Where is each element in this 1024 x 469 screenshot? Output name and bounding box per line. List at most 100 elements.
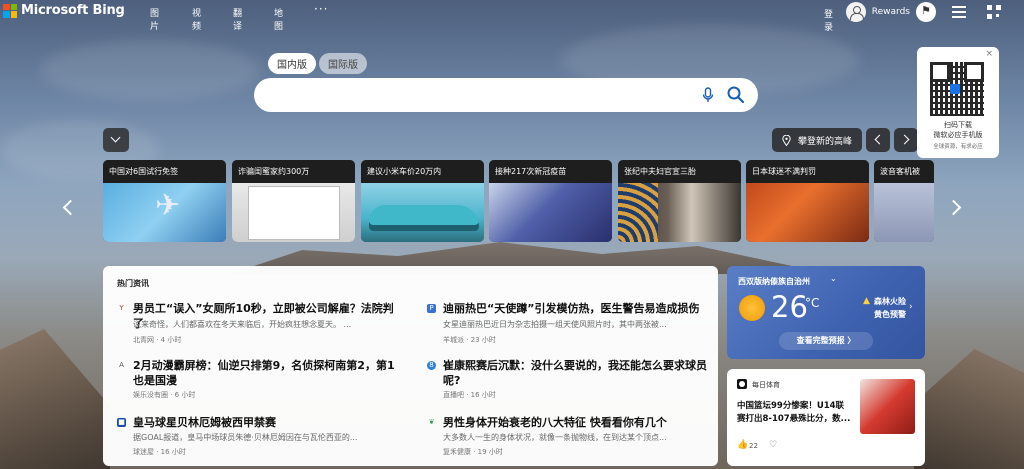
weather-widget[interactable]: 西双版纳傣族自治州 ⌄ 26 °C ▲ 森林火险 黄色预警 › 查看完整预报 〉	[727, 266, 925, 359]
trending-card-image	[746, 183, 869, 242]
previous-image-button[interactable]	[866, 128, 890, 152]
tab-international[interactable]: 国际版	[319, 53, 367, 74]
weather-temperature: 26	[771, 290, 808, 324]
trending-card-image	[618, 183, 741, 242]
news-snippet: 女星迪丽热巴近日为杂志拍摄一组天使风照片时，其中两张被...	[443, 320, 667, 329]
close-icon[interactable]: ×	[985, 49, 993, 59]
thumbs-up-icon[interactable]: 👍	[737, 440, 748, 450]
sports-source: 每日体育	[752, 381, 780, 389]
trending-card-image	[103, 183, 226, 242]
news-source-icon: P	[427, 304, 436, 313]
rewards-badge-icon[interactable]	[916, 2, 936, 22]
trending-card-caption: 接种217次新冠疫苗	[489, 160, 612, 183]
trending-card[interactable]: 建议小米车价20万内	[361, 160, 484, 242]
news-meta: 羊城派 · 23 小时	[443, 336, 496, 344]
weather-warning-type[interactable]: 森林火险	[874, 296, 906, 307]
trending-card-caption: 诈骗闺蜜家约300万	[232, 160, 355, 183]
thumbs-down-icon[interactable]: ♡	[769, 440, 777, 450]
news-meta: 娱乐没有圈 · 6 小时	[133, 391, 196, 399]
trending-card-caption: 日本球迷不满判罚	[746, 160, 869, 183]
news-snippet: 大多数人一生的身体状况，就像一条抛物线，在到达某个顶点...	[443, 433, 667, 442]
hot-news-panel: 热门资讯 Y 男员工“误入”女厕所10秒，立即被公司解雇？法院判了 说来奇怪，人…	[103, 266, 718, 466]
trending-card[interactable]: 诈骗闺蜜家约300万	[232, 160, 355, 242]
news-source-icon: ❦	[428, 418, 435, 426]
qr-download-popup: × 扫码下载 微软必应手机版 全球资源，有求必应	[917, 47, 999, 158]
trending-card-caption: 波音客机被	[874, 160, 934, 183]
search-box	[254, 78, 758, 112]
like-count: 22	[749, 442, 758, 450]
collapse-button[interactable]	[103, 128, 129, 152]
sports-source-icon	[737, 379, 747, 389]
background-mountain-left	[0, 329, 110, 469]
bing-logo[interactable]: Microsoft Bing	[3, 3, 125, 18]
trending-card[interactable]: 接种217次新冠疫苗	[489, 160, 612, 242]
hamburger-menu-icon[interactable]	[952, 6, 966, 18]
background-mountain-right	[914, 349, 1024, 469]
background-cloud	[40, 40, 260, 100]
news-source-icon: A	[119, 361, 124, 369]
carousel-prev-arrow-icon[interactable]	[62, 198, 74, 216]
sports-headline-continued[interactable]: 赛打出8-107悬殊比分，数...	[737, 413, 859, 425]
brand-name: Microsoft Bing	[21, 3, 125, 18]
market-tabs: 国内版 国际版	[268, 53, 367, 74]
trending-card[interactable]: 中国对6国试行免签	[103, 160, 226, 242]
trending-card-caption: 张纪中夫妇官宣三胎	[618, 160, 741, 183]
news-snippet: 据GOAL报道，皇马中场球员朱德·贝林厄姆因在与瓦伦西亚的...	[133, 433, 358, 442]
trending-card[interactable]: 张纪中夫妇官宣三胎	[618, 160, 741, 242]
weather-warning-level[interactable]: 黄色预警	[874, 309, 906, 320]
news-source-icon: Y	[119, 304, 124, 312]
nav-videos[interactable]: 视频	[192, 6, 201, 32]
trending-card-caption: 中国对6国试行免签	[103, 160, 226, 183]
sports-news-card[interactable]: 每日体育 中国篮坛99分惨案！U14联 赛打出8-107悬殊比分，数... 👍 …	[727, 369, 925, 466]
news-meta: 直播吧 · 16 小时	[443, 391, 496, 399]
nav-translate[interactable]: 翻译	[233, 6, 242, 32]
avatar-icon[interactable]	[846, 2, 866, 22]
trending-card-image	[489, 183, 612, 242]
trending-card-image	[874, 183, 934, 242]
nav-more[interactable]: ···	[314, 2, 328, 16]
news-meta: 复禾健康 · 19 小时	[443, 448, 503, 456]
top-right-controls: 登录 Rewards	[824, 2, 1024, 33]
weather-unit: °C	[805, 296, 820, 310]
chevron-down-icon[interactable]: ⌄	[830, 274, 837, 283]
news-headline[interactable]: 崔康熙赛后沉默：没什么要说的，我还能怎么要求球员呢?	[443, 358, 713, 388]
news-headline[interactable]: 皇马球星贝林厄姆被西甲禁赛	[133, 415, 403, 430]
news-source-icon: ■	[117, 418, 126, 427]
tab-domestic[interactable]: 国内版	[268, 53, 316, 74]
chevron-right-icon[interactable]: ›	[909, 302, 913, 312]
qr-code-icon[interactable]	[987, 5, 1001, 19]
search-input[interactable]	[272, 86, 692, 104]
next-image-button[interactable]	[894, 128, 918, 152]
trending-card-image	[361, 183, 484, 242]
news-snippet: 说来奇怪，人们都喜欢在冬天来临后，开始疯狂想念夏天。 ...	[133, 320, 352, 329]
news-source-icon: 8	[427, 361, 436, 370]
news-meta: 球迷屋 · 16 小时	[133, 448, 186, 456]
carousel-next-arrow-icon[interactable]	[948, 198, 960, 216]
full-forecast-button[interactable]: 查看完整预报 〉	[779, 332, 873, 350]
sports-news-image	[860, 379, 915, 434]
search-icon[interactable]	[726, 85, 746, 105]
location-label: 攀登新的高峰	[798, 136, 853, 147]
sunny-weather-icon	[739, 295, 765, 321]
nav-maps[interactable]: 地图	[274, 6, 283, 32]
location-info-button[interactable]: 攀登新的高峰	[772, 128, 862, 152]
sports-headline[interactable]: 中国篮坛99分惨案！U14联	[737, 400, 859, 412]
login-link[interactable]: 登录	[824, 7, 841, 33]
location-pin-icon	[782, 134, 791, 146]
nav-images[interactable]: 图片	[150, 6, 159, 32]
qr-title: 扫码下载	[944, 121, 972, 129]
news-headline[interactable]: 男性身体开始衰老的八大特征 快看看你有几个	[443, 415, 713, 430]
qr-subtitle: 微软必应手机版	[933, 131, 983, 139]
rewards-link[interactable]: Rewards	[872, 7, 910, 17]
trending-card[interactable]: 日本球迷不满判罚	[746, 160, 869, 242]
news-headline[interactable]: 迪丽热巴“天使蹲”引发模仿热，医生警告易造成损伤	[443, 301, 713, 316]
weather-location[interactable]: 西双版纳傣族自治州	[738, 276, 810, 287]
bing-app-logo-icon	[950, 84, 960, 94]
microphone-icon[interactable]	[702, 87, 714, 103]
qr-tagline: 全球资源，有求必应	[933, 144, 983, 150]
news-headline[interactable]: 2月动漫霸屏榜：仙逆只排第9，名侦探柯南第2，第1也是国漫	[133, 358, 403, 388]
top-bar: Microsoft Bing 图片 视频 翻译 地图 ··· 登录 Reward…	[0, 0, 1024, 33]
warning-icon: ▲	[863, 296, 870, 306]
microsoft-logo-icon	[3, 3, 17, 18]
trending-card[interactable]: 波音客机被	[874, 160, 934, 242]
